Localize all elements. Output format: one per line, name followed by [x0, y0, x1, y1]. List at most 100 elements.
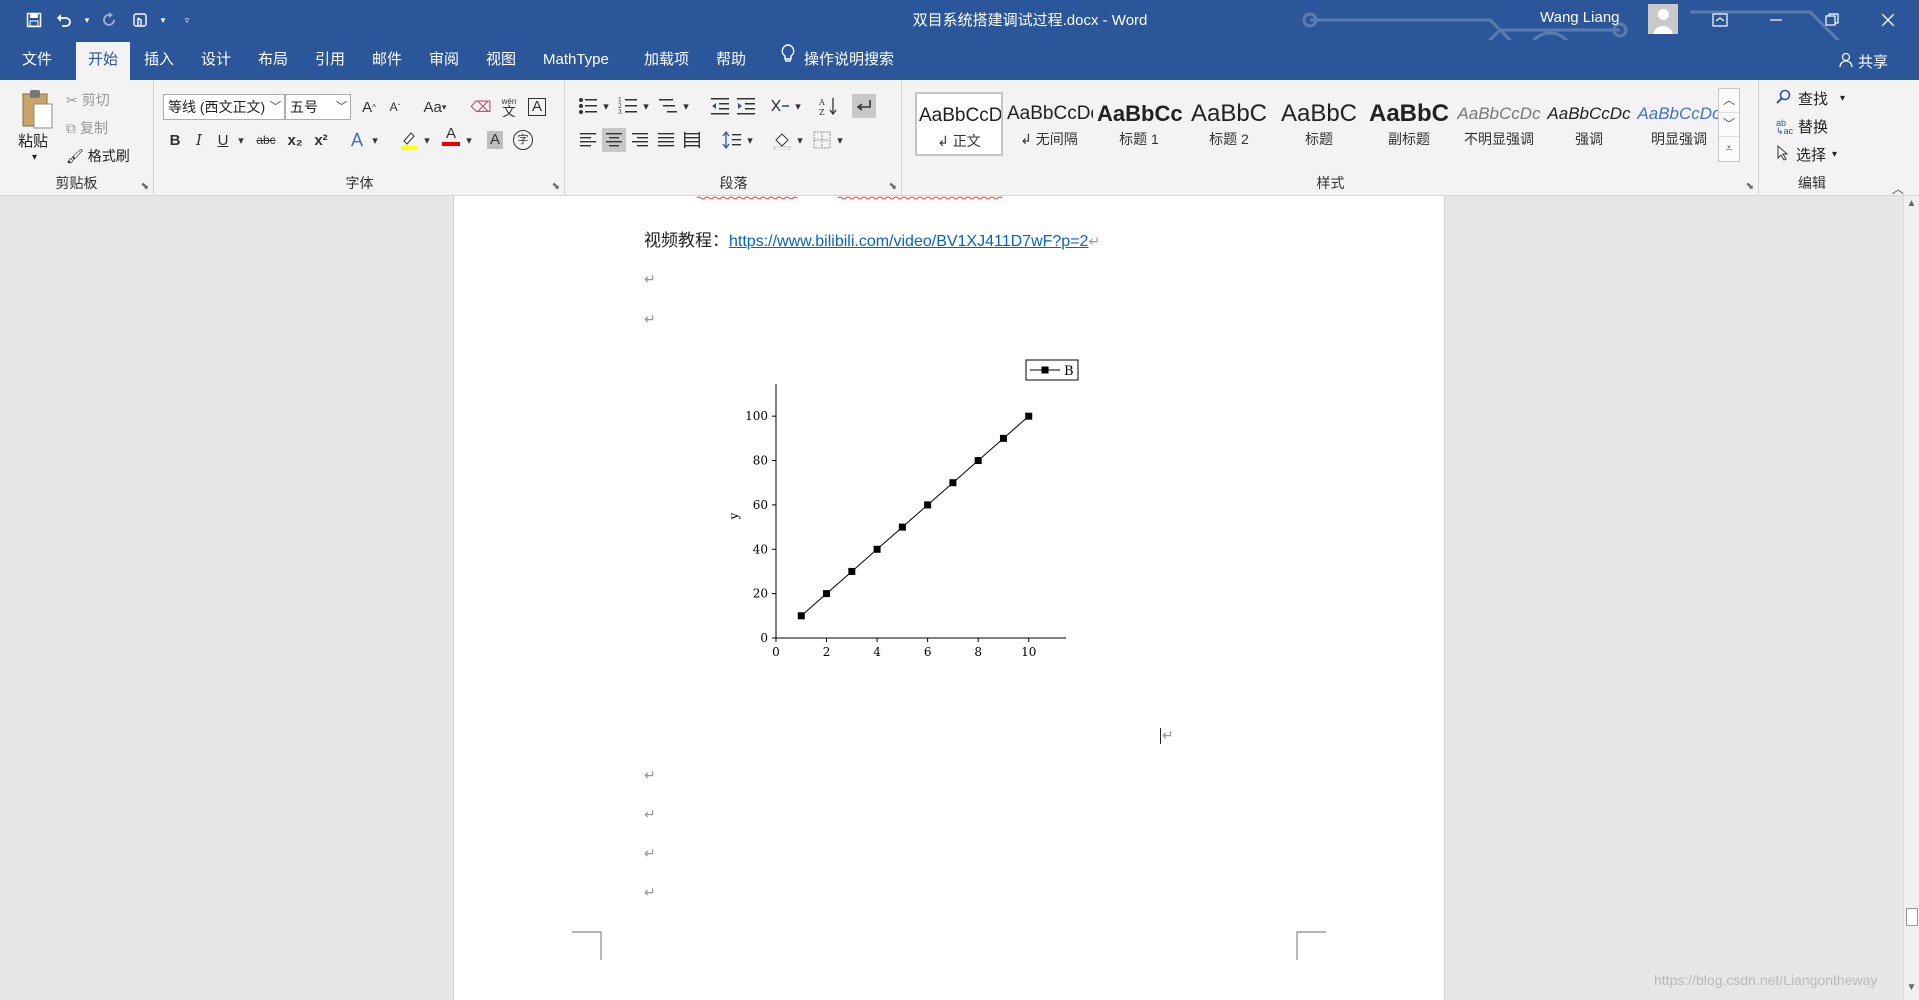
paste-button[interactable]: 粘贴 [18, 130, 48, 151]
style-heading-1[interactable]: AaBbCc 标题 1 [1095, 92, 1183, 156]
font-launcher-icon[interactable]: ⬊ [552, 181, 560, 192]
decrease-indent-icon[interactable] [708, 94, 732, 118]
tab-addins[interactable]: 加载项 [634, 42, 699, 80]
tab-review[interactable]: 审阅 [419, 42, 469, 80]
vertical-scrollbar[interactable]: ▲ ▼ [1903, 196, 1919, 1000]
chevron-up-icon[interactable]: ︿ [1719, 89, 1739, 113]
embedded-line-chart[interactable]: 0246810020406080100 B A y [724, 356, 1164, 656]
style-no-spacing[interactable]: AaBbCcDc ↲ 无间隔 [1005, 92, 1093, 156]
borders-icon[interactable] [810, 128, 834, 152]
borders-dropdown-icon[interactable]: ▾ [834, 128, 846, 152]
character-border-icon[interactable]: A [525, 95, 549, 119]
cut-button[interactable]: ✂ 剪切 [66, 90, 110, 110]
paste-dropdown-icon[interactable]: ▾ [32, 152, 37, 163]
styles-launcher-icon[interactable]: ⬊ [1746, 181, 1754, 192]
clipboard-launcher-icon[interactable]: ⬊ [141, 181, 149, 192]
scrollbar-thumb[interactable] [1906, 908, 1918, 926]
tab-references[interactable]: 引用 [305, 42, 355, 80]
style-subtitle[interactable]: AaBbC 副标题 [1365, 92, 1453, 156]
chinese-layout-icon[interactable] [768, 94, 792, 118]
tab-file[interactable]: 文件 [12, 42, 62, 80]
format-painter-button[interactable]: 🖌 格式刷 [66, 146, 130, 166]
video-link[interactable]: https://www.bilibili.com/video/BV1XJ411D… [729, 233, 1088, 250]
style-normal[interactable]: AaBbCcDc ↲ 正文 [915, 92, 1003, 156]
chevron-down-icon[interactable]: ﹀ [1719, 113, 1739, 137]
style-emphasis[interactable]: AaBbCcDc 强调 [1545, 92, 1633, 156]
font-size-combo[interactable]: 五号 ﹀ [285, 94, 351, 120]
tab-home[interactable]: 开始 [76, 42, 130, 80]
touch-mode-dropdown-icon[interactable]: ▾ [158, 15, 168, 26]
save-icon[interactable] [22, 8, 46, 32]
find-button[interactable]: 查找 ▾ [1776, 88, 1845, 109]
chinese-layout-dropdown-icon[interactable]: ▾ [792, 94, 804, 118]
enclose-characters-icon[interactable]: 字 [511, 128, 535, 152]
highlight-dropdown-icon[interactable]: ▾ [421, 128, 433, 152]
tab-view[interactable]: 视图 [476, 42, 526, 80]
tab-help[interactable]: 帮助 [706, 42, 756, 80]
increase-indent-icon[interactable] [734, 94, 758, 118]
justify-icon[interactable] [654, 128, 678, 152]
scroll-up-icon[interactable]: ▲ [1904, 198, 1919, 214]
superscript-button[interactable]: x² [309, 128, 333, 152]
clear-format-icon[interactable]: ⌫ [469, 95, 493, 119]
character-shading-icon[interactable]: A [483, 128, 507, 152]
underline-dropdown-icon[interactable]: ▾ [235, 128, 247, 152]
align-left-icon[interactable] [576, 128, 600, 152]
italic-button[interactable]: I [187, 128, 211, 152]
text-effects-dropdown-icon[interactable]: ▾ [369, 128, 381, 152]
font-color-dropdown-icon[interactable]: ▾ [463, 128, 475, 152]
chevron-down-icon[interactable]: ﹀ [270, 95, 281, 119]
sort-icon[interactable]: AZ [816, 94, 840, 118]
font-name-combo[interactable]: 等线 (西文正文) ﹀ [163, 94, 285, 120]
close-icon[interactable] [1860, 0, 1916, 40]
restore-icon[interactable] [1804, 0, 1860, 40]
style-title[interactable]: AaBbC 标题 [1275, 92, 1363, 156]
scroll-down-icon[interactable]: ▼ [1904, 982, 1919, 998]
video-tutorial-paragraph[interactable]: 视频教程：https://www.bilibili.com/video/BV1X… [644, 226, 1100, 251]
strikethrough-button[interactable]: abc [251, 128, 281, 152]
tab-mailings[interactable]: 邮件 [362, 42, 412, 80]
highlight-icon[interactable] [397, 128, 421, 152]
ribbon-display-icon[interactable] [1692, 0, 1748, 40]
line-spacing-icon[interactable] [720, 128, 744, 152]
numbering-icon[interactable]: 123 [616, 94, 640, 118]
tab-design[interactable]: 设计 [191, 42, 241, 80]
underline-button[interactable]: U [211, 128, 235, 152]
paste-icon[interactable] [20, 88, 54, 130]
shrink-font-icon[interactable]: Aˇ [383, 95, 407, 119]
text-effects-icon[interactable]: A [345, 128, 369, 152]
replace-button[interactable]: ab ↳ac 替换 [1776, 116, 1828, 137]
minimize-icon[interactable] [1748, 0, 1804, 40]
bold-button[interactable]: B [163, 128, 187, 152]
paragraph-launcher-icon[interactable]: ⬊ [889, 181, 897, 192]
shading-dropdown-icon[interactable]: ▾ [794, 128, 806, 152]
bullets-icon[interactable] [576, 94, 600, 118]
customize-qat-icon[interactable]: ▿ [182, 15, 192, 26]
phonetic-guide-icon[interactable]: wén 文 [497, 95, 521, 119]
distributed-icon[interactable] [680, 128, 704, 152]
show-formatting-marks-icon[interactable] [852, 94, 876, 118]
align-right-icon[interactable] [628, 128, 652, 152]
tab-mathtype[interactable]: MathType [533, 42, 619, 80]
subscript-button[interactable]: x₂ [283, 128, 307, 152]
numbering-dropdown-icon[interactable]: ▾ [640, 94, 652, 118]
tab-insert[interactable]: 插入 [134, 42, 184, 80]
share-button[interactable]: 共享 [1838, 51, 1888, 72]
tell-me-search[interactable]: 操作说明搜索 [780, 42, 894, 78]
bullets-dropdown-icon[interactable]: ▾ [600, 94, 612, 118]
avatar[interactable] [1648, 4, 1678, 34]
line-spacing-dropdown-icon[interactable]: ▾ [744, 128, 756, 152]
touch-mode-icon[interactable] [128, 8, 152, 32]
multilevel-list-icon[interactable] [656, 94, 680, 118]
select-dropdown-icon[interactable]: ▾ [1832, 149, 1837, 160]
chevron-down-icon[interactable]: ﹀ [336, 95, 347, 119]
find-dropdown-icon[interactable]: ▾ [1840, 93, 1845, 104]
collapse-ribbon-icon[interactable]: ︿ [1892, 180, 1904, 197]
shading-icon[interactable] [770, 128, 794, 152]
gallery-more-icon[interactable]: ⩡ [1719, 137, 1739, 161]
redo-icon[interactable] [98, 8, 122, 32]
document-page[interactable]: 视频教程：https://www.bilibili.com/video/BV1X… [453, 196, 1445, 1000]
undo-icon[interactable] [52, 8, 76, 32]
align-center-icon[interactable] [602, 128, 626, 152]
user-name[interactable]: Wang Liang [1540, 9, 1620, 26]
